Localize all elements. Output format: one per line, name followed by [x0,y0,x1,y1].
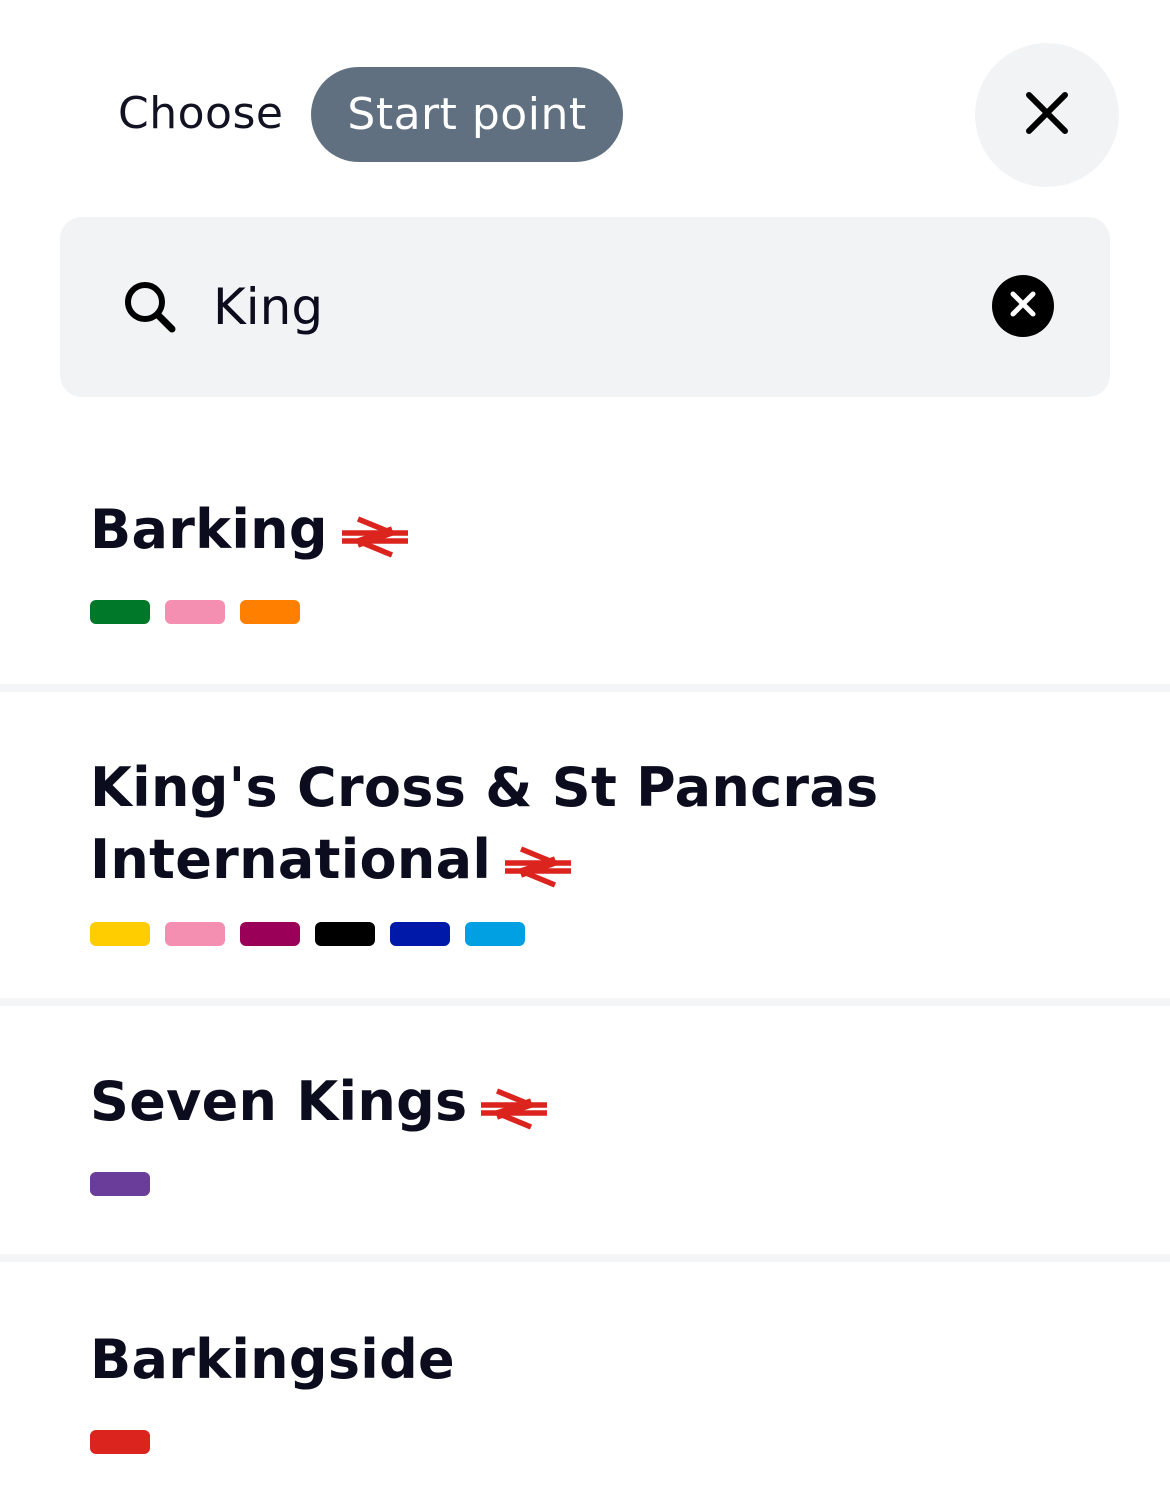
choose-label: Choose [118,88,284,139]
line-indicators [90,1430,1130,1454]
station-name-text: Barking [90,498,328,561]
line-color-swatch [465,922,525,946]
clear-search-button[interactable] [992,275,1054,337]
line-color-swatch [240,600,300,624]
search-icon [120,277,180,337]
line-color-swatch [240,922,300,946]
station-result[interactable]: King's Cross & St Pancras International [0,692,1170,1006]
station-name: Barking [90,494,890,566]
clear-circle-icon [1008,289,1038,323]
station-name: King's Cross & St Pancras International [90,752,890,896]
line-color-swatch [90,600,150,624]
search-box [60,217,1110,397]
line-color-swatch [90,922,150,946]
line-indicators [90,922,1130,946]
close-icon [1025,91,1069,139]
line-indicators [90,1172,1130,1196]
station-name-text: Seven Kings [90,1070,468,1133]
national-rail-icon [505,835,572,888]
search-input[interactable] [210,269,953,345]
line-color-swatch [165,600,225,624]
national-rail-icon [341,505,408,558]
results-list: Barking King's Cross & St Pancras Intern… [0,432,1170,1510]
national-rail-icon [481,1077,548,1130]
line-color-swatch [90,1172,150,1196]
line-color-swatch [390,922,450,946]
station-result[interactable]: Barkingside [0,1262,1170,1510]
start-point-pill[interactable]: Start point [311,67,623,162]
station-name-text: King's Cross & St Pancras International [90,756,879,891]
line-color-swatch [165,922,225,946]
close-button[interactable] [975,43,1119,187]
line-indicators [90,600,1130,624]
line-color-swatch [90,1430,150,1454]
station-name: Barkingside [90,1324,890,1396]
station-name: Seven Kings [90,1066,890,1138]
header: Choose Start point [0,0,1170,200]
line-color-swatch [315,922,375,946]
station-result[interactable]: Barking [0,432,1170,692]
station-name-text: Barkingside [90,1328,455,1391]
station-result[interactable]: Seven Kings [0,1006,1170,1262]
